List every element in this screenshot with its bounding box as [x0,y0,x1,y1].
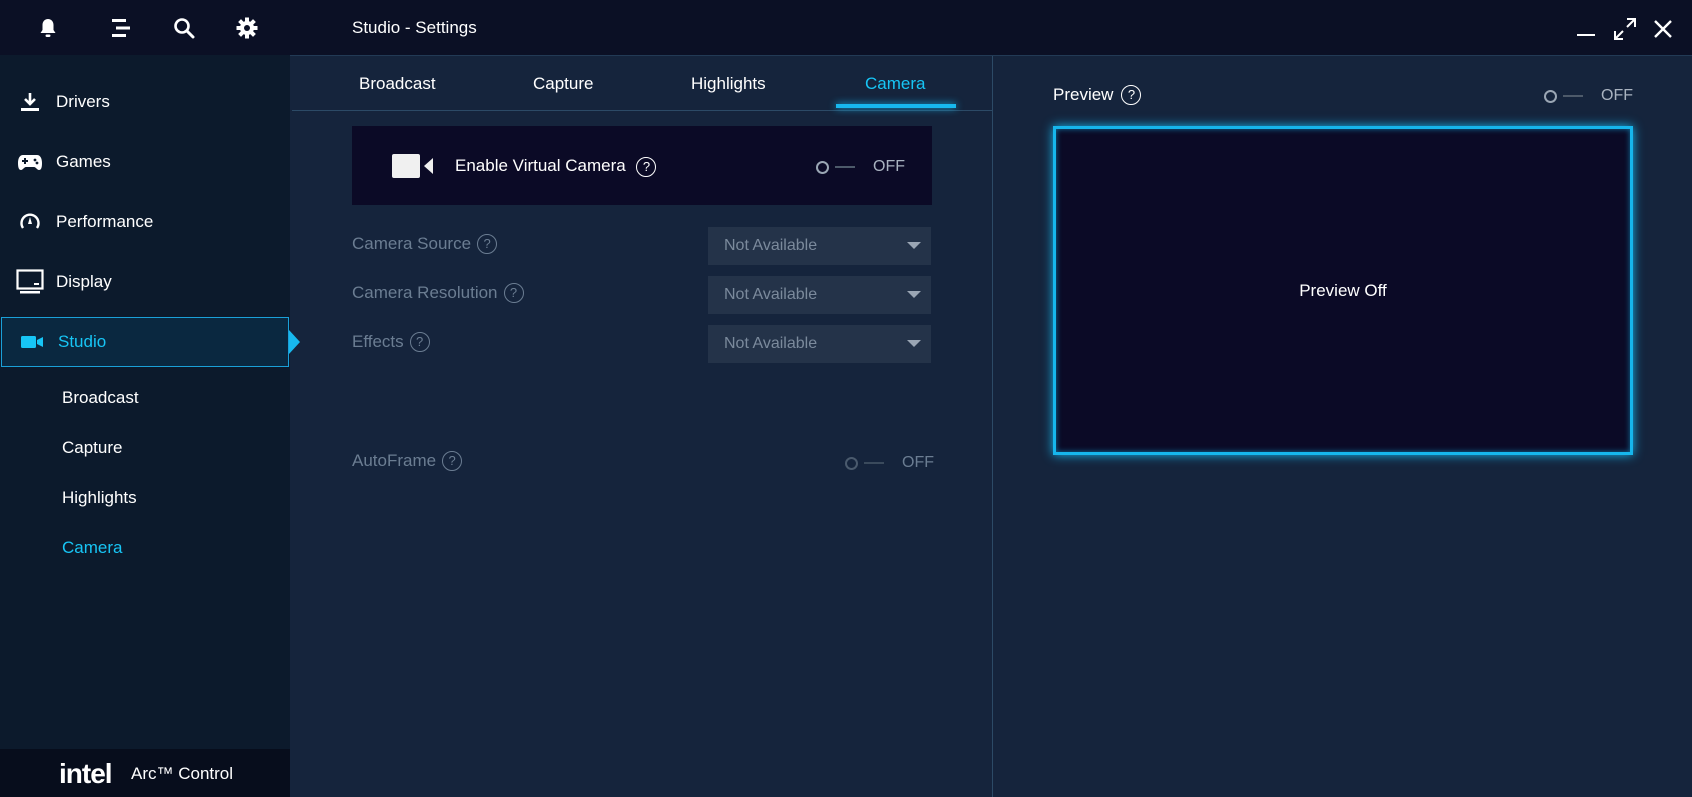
tab-camera[interactable]: Camera [865,74,925,94]
help-icon[interactable]: ? [503,283,524,303]
menu-icon[interactable] [108,15,134,41]
virtual-camera-label: Enable Virtual Camera ? [455,156,657,177]
field-label-text: Camera Source [352,234,472,253]
brand-footer: intel Arc™ Control [0,749,290,797]
field-label-text: Camera Resolution [352,283,498,302]
help-icon[interactable]: ? [1121,85,1142,105]
help-icon[interactable]: ? [409,332,430,352]
help-icon[interactable]: ? [477,234,498,254]
sidebar-item-performance[interactable]: Performance [0,197,290,247]
camera-resolution-label: Camera Resolution ? [352,283,524,303]
active-tab-underline [836,104,956,108]
camera-source-select[interactable]: Not Available [708,227,931,265]
sidebar-item-label: Drivers [56,92,110,111]
title-bar: Studio - Settings [290,0,1692,56]
close-icon[interactable] [1650,16,1676,42]
select-value: Not Available [724,286,818,303]
sidebar-subitem-capture[interactable]: Capture [62,438,122,458]
toggle-state: OFF [1601,87,1633,104]
toggle-knob [816,160,829,174]
download-icon [16,88,44,116]
effects-label: Effects ? [352,332,430,352]
tab-highlights[interactable]: Highlights [691,74,766,94]
bell-icon[interactable] [35,15,61,41]
autoframe-label: AutoFrame ? [352,451,463,471]
sidebar-item-studio[interactable]: Studio [1,317,289,367]
sidebar-topbar [0,0,290,55]
preview-screen: Preview Off [1053,126,1633,455]
gamepad-icon [16,148,44,176]
preview-header: Preview ? [1053,85,1142,105]
sidebar-subitem-camera[interactable]: Camera [62,538,122,558]
camera-icon [392,154,434,178]
minimize-icon[interactable] [1573,16,1599,42]
camera-source-label: Camera Source ? [352,234,498,254]
toggle-knob [1544,89,1557,103]
help-icon[interactable]: ? [442,451,463,471]
chevron-down-icon [907,242,921,249]
sidebar-item-label: Studio [58,332,107,351]
select-value: Not Available [724,335,818,352]
toggle-knob [845,456,858,470]
tab-bar: Broadcast Capture Highlights Camera [292,56,992,111]
help-icon[interactable]: ? [636,157,657,177]
sidebar-subitem-highlights[interactable]: Highlights [62,488,137,508]
select-value: Not Available [724,237,818,254]
tab-capture[interactable]: Capture [533,74,593,94]
field-label-text: Effects [352,332,404,351]
virtual-camera-toggle[interactable]: OFF [816,158,905,176]
autoframe-toggle[interactable]: OFF [845,454,934,472]
search-icon[interactable] [171,15,197,41]
sidebar-item-label: Performance [56,212,154,231]
sidebar-item-label: Display [56,272,112,291]
camera-resolution-select[interactable]: Not Available [708,276,931,314]
chevron-down-icon [907,291,921,298]
sidebar-item-display[interactable]: Display [0,257,290,307]
toggle-state: OFF [902,454,934,471]
intel-logo: intel [59,758,113,789]
tab-broadcast[interactable]: Broadcast [359,74,436,94]
preview-panel: Preview ? OFF Preview Off [993,56,1692,797]
settings-panel: Broadcast Capture Highlights Camera Enab… [292,56,992,797]
virtual-camera-card: Enable Virtual Camera ? OFF [352,126,932,205]
preview-toggle[interactable]: OFF [1544,87,1633,105]
page-title: Studio - Settings [352,18,477,37]
product-name: Arc™ Control [131,764,234,783]
toggle-state: OFF [873,158,905,175]
gear-icon[interactable] [234,15,260,41]
sidebar-subitem-broadcast[interactable]: Broadcast [62,388,139,408]
toggle-track [1563,95,1583,97]
field-label-text: AutoFrame [352,451,437,470]
sidebar-item-games[interactable]: Games [0,137,290,187]
sidebar: Drivers Games Performance Display Studio… [0,0,300,797]
effects-select[interactable]: Not Available [708,325,931,363]
sidebar-item-label: Games [56,152,111,171]
monitor-icon [16,268,44,296]
chevron-down-icon [907,340,921,347]
virtual-camera-text: Enable Virtual Camera [455,156,626,175]
maximize-icon[interactable] [1612,16,1638,42]
toggle-track [835,166,855,168]
video-camera-icon [18,328,46,356]
preview-title: Preview [1053,85,1114,104]
sidebar-item-drivers[interactable]: Drivers [0,77,290,127]
gauge-icon [16,208,44,236]
preview-off-text: Preview Off [1299,281,1387,300]
toggle-track [864,462,884,464]
